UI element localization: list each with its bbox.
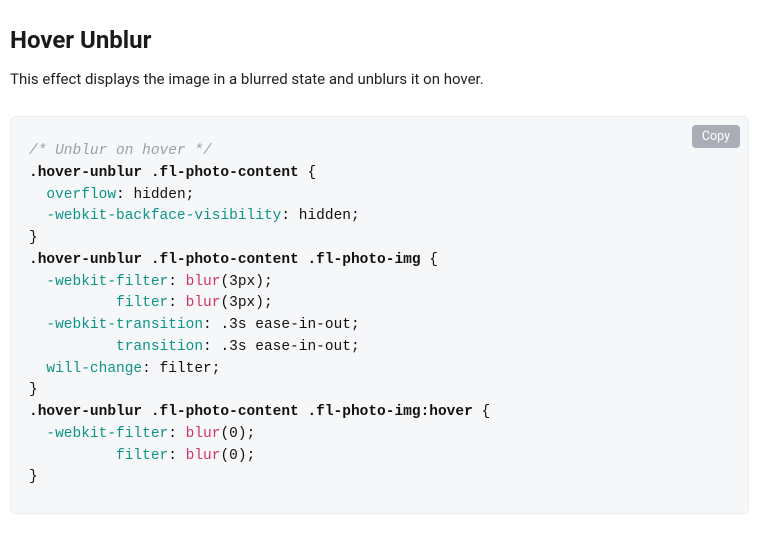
copy-button[interactable]: Copy [692,125,740,148]
code-block: Copy /* Unblur on hover */ .hover-unblur… [10,116,749,514]
section-heading: Hover Unblur [10,26,749,54]
section-description: This effect displays the image in a blur… [10,70,749,88]
code-content: /* Unblur on hover */ .hover-unblur .fl-… [29,141,730,489]
